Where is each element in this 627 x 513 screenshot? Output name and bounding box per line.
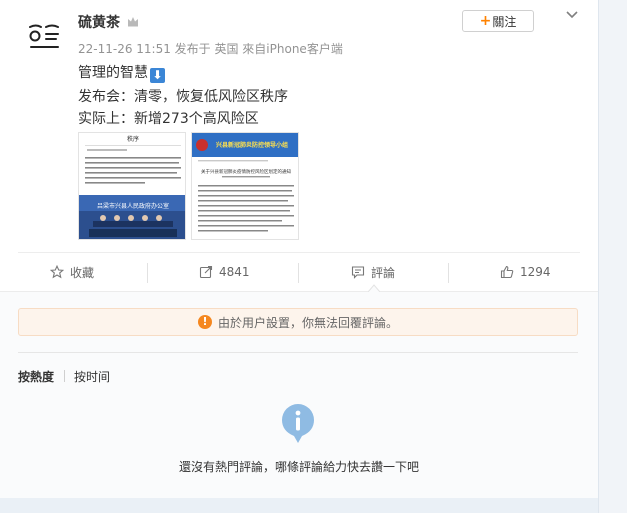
plus-icon: + [479,13,492,29]
user-avatar[interactable] [22,14,66,58]
caret-up-icon [368,284,380,292]
thumbs-up-icon [500,265,514,279]
comment-label: 評論 [371,265,396,280]
thumb-right-banner: 兴县新冠肺炎防控领导小组 [216,141,288,149]
post-image-1[interactable]: 秩序 吕梁市兴县人民政府办公室 [78,132,186,240]
username[interactable]: 硫黄茶 [78,12,120,32]
repost-button[interactable]: 4841 [199,262,250,282]
comment-icon [351,266,365,279]
sort-divider [18,352,578,353]
warning-icon: ! [197,315,212,329]
comment-button[interactable]: 評論 [351,262,395,282]
action-divider-2 [298,263,299,283]
follow-label: 關注 [492,14,517,29]
post-text-line-1: 管理的智慧 ⬇ [78,62,165,83]
thumb-right-title: 关于兴县新冠肺炎疫情防控风险区划定的通知 [201,168,291,175]
actions-divider [18,252,580,253]
sort-by-hot-tab[interactable]: 按熱度 [18,368,54,385]
favorite-button[interactable]: 收藏 [50,262,94,282]
post-text-line-3: 实际上：新增273个高风险区 [78,111,259,127]
repost-icon [199,265,213,279]
post-meta: 22-11-26 11:51 发布于 英国 來自iPhone客户端 [78,42,343,56]
repost-count: 4841 [219,265,250,279]
right-sidebar-edge [598,0,627,513]
notice-text: 由於用户設置，你無法回覆評論。 [217,315,398,330]
down-arrow-emoji-icon: ⬇ [150,68,165,83]
post-text-1: 管理的智慧 [78,65,148,81]
avatar-doodle-icon [29,24,59,48]
thumb-left-banner: 吕梁市兴县人民政府办公室 [97,202,169,210]
post-text-line-2: 发布会：清零，恢复低风险区秩序 [78,89,288,105]
favorite-label: 收藏 [70,265,95,280]
action-divider-3 [448,263,449,283]
post-image-2[interactable]: 兴县新冠肺炎防控领导小组 关于兴县新冠肺炎疫情防控风险区划定的通知 [191,132,299,240]
chevron-down-icon[interactable] [564,8,580,22]
notice-screenshot-image: 兴县新冠肺炎防控领导小组 关于兴县新冠肺炎疫情防控风险区划定的通知 [192,133,298,239]
sort-by-time-tab[interactable]: 按时间 [74,368,110,385]
empty-comments-text: 還沒有熱門評論，哪條評論給力快去讚一下吧 [178,460,419,474]
star-icon [50,265,64,279]
reply-disabled-notice: ! 由於用户設置，你無法回覆評論。 [18,308,578,336]
like-button[interactable]: 1294 [500,262,551,282]
crown-badge-icon[interactable] [126,14,140,28]
like-count: 1294 [520,265,551,279]
follow-button[interactable]: + 關注 [462,10,534,32]
thumb-left-header: 秩序 [127,135,139,143]
info-balloon-icon [282,404,314,443]
sort-separator [64,370,65,382]
action-divider-1 [147,263,148,283]
news-screenshot-image: 秩序 吕梁市兴县人民政府办公室 [79,133,185,239]
weibo-post-card: 硫黄茶 22-11-26 11:51 发布于 英国 來自iPhone客户端 + … [0,0,598,498]
